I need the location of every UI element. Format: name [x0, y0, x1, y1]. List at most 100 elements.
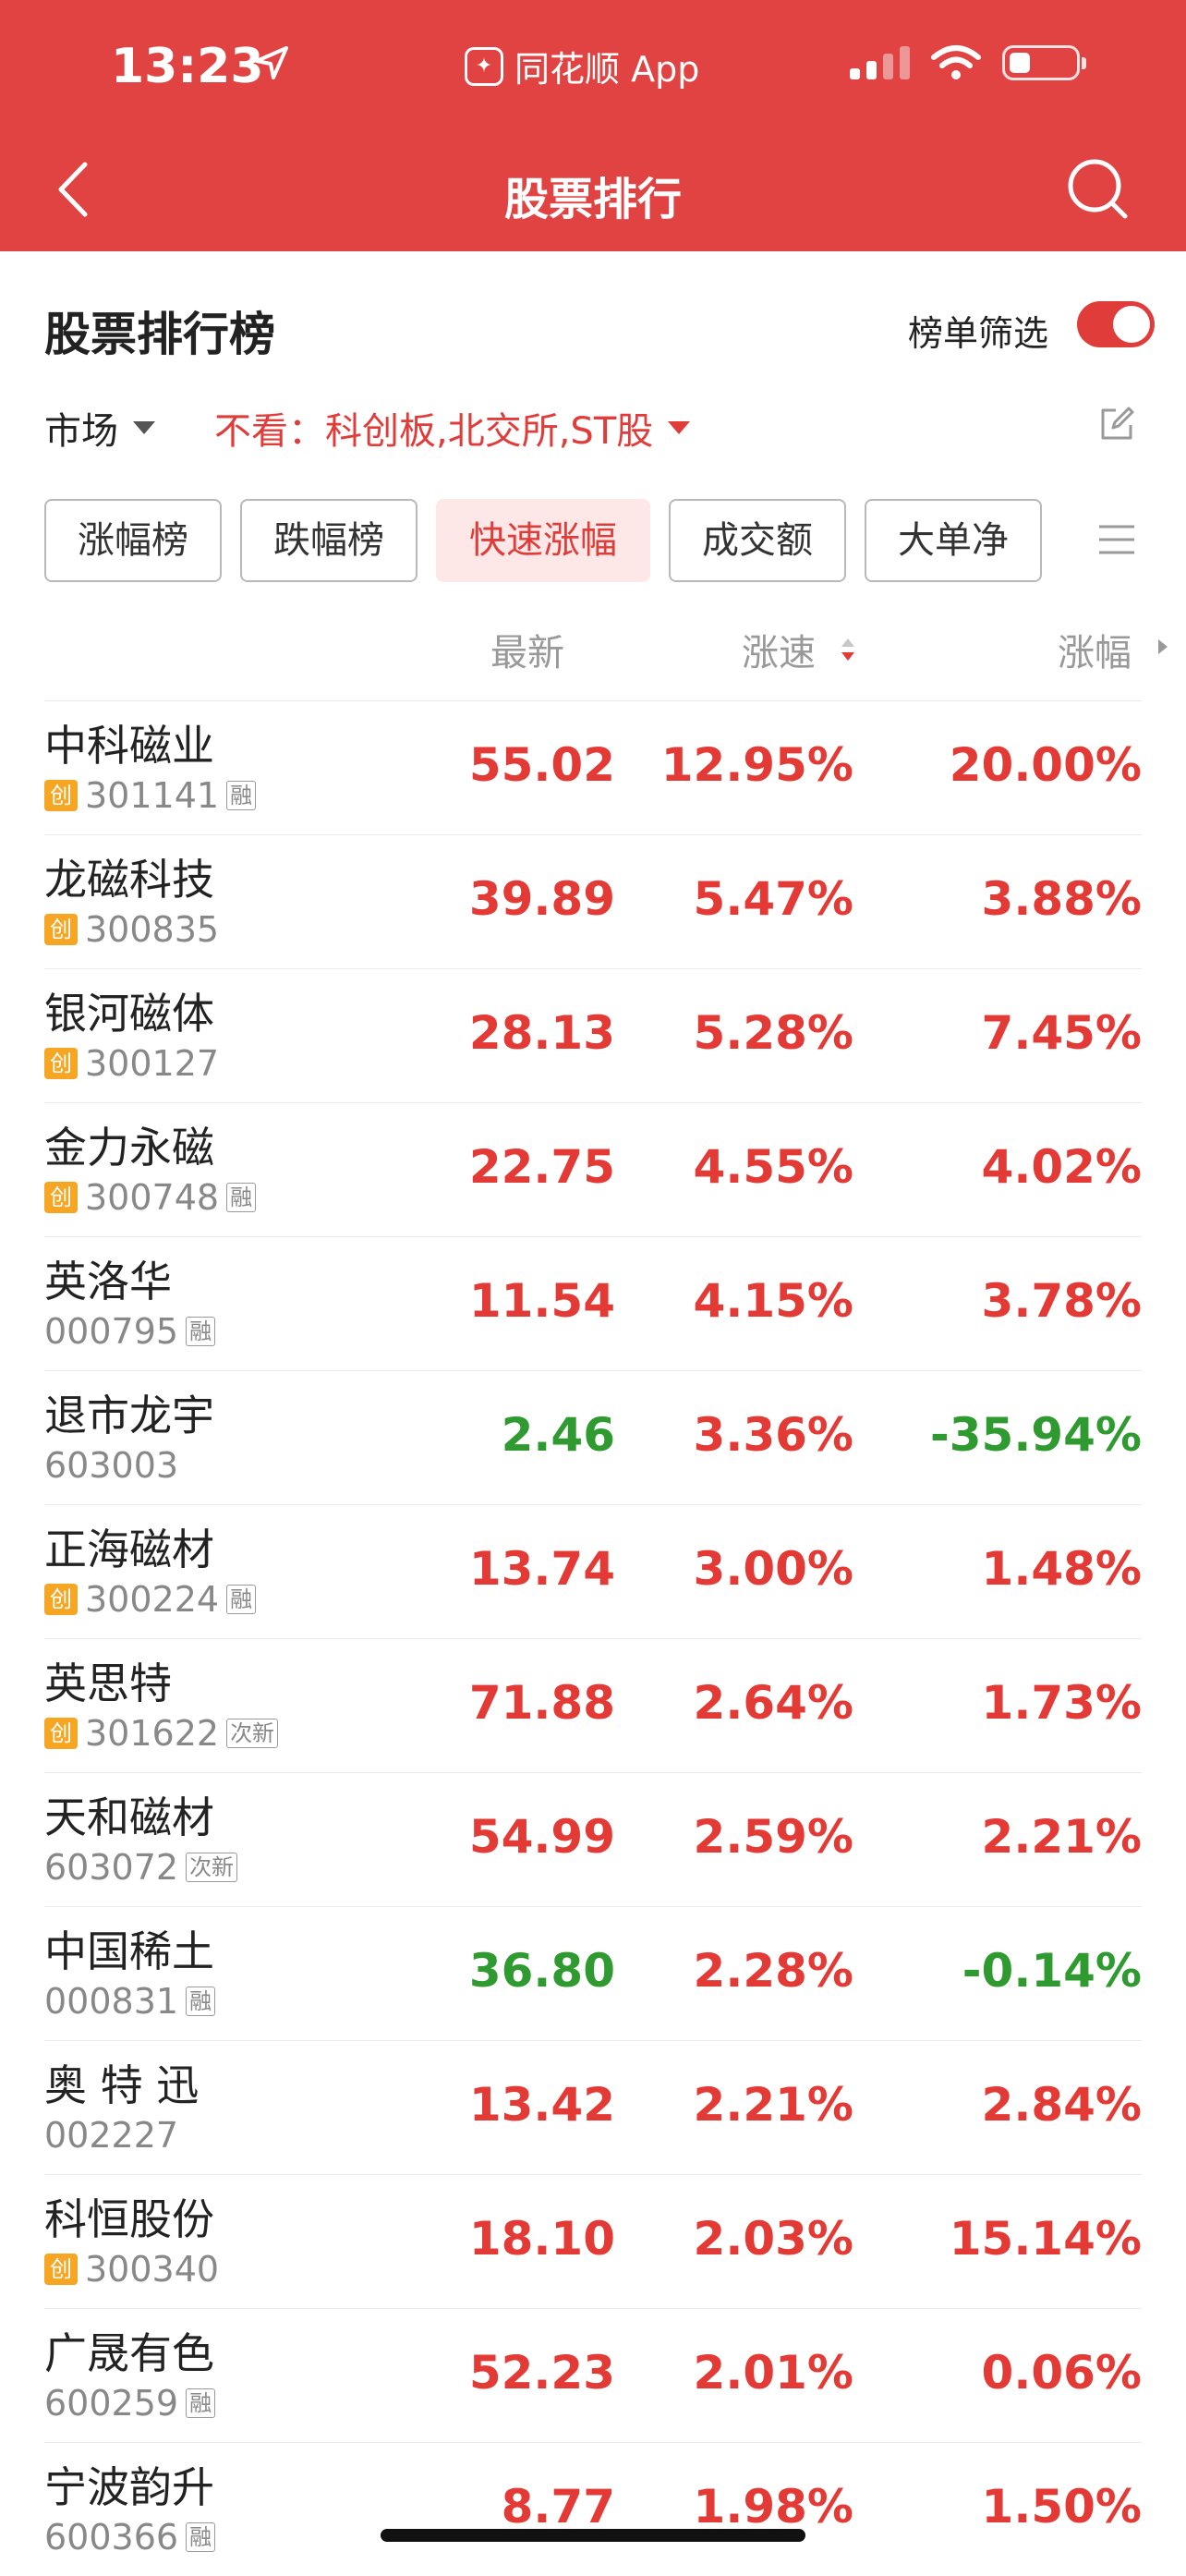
stock-row[interactable]: 天和磁材 603072 次新 54.99 2.59% 2.21% — [44, 1772, 1142, 1906]
exclude-label: 不看：科创板,北交所,ST股 — [214, 410, 654, 453]
stock-name: 龙磁科技 — [44, 855, 214, 905]
stock-tag-badge: 融 — [186, 1317, 216, 1346]
battery-icon — [1002, 45, 1086, 80]
stock-code: 603003 — [44, 1445, 179, 1486]
stock-row[interactable]: 奥 特 迅 002227 13.42 2.21% 2.84% — [44, 2040, 1142, 2174]
stock-code-line: 002227 — [44, 2115, 178, 2156]
stock-row[interactable]: 银河磁体创 300127 28.13 5.28% 7.45% — [44, 968, 1142, 1102]
stock-price: 13.42 — [468, 2078, 615, 2132]
stock-change: -0.14% — [962, 1944, 1142, 1998]
stock-code: 000831 — [44, 1981, 179, 2022]
stock-code-line: 000831 融 — [44, 1981, 216, 2022]
stock-row[interactable]: 英洛华 000795 融 11.54 4.15% 3.78% — [44, 1236, 1142, 1370]
chinext-badge: 创 — [44, 1584, 78, 1615]
stock-price: 2.46 — [501, 1408, 615, 1462]
stock-speed: 3.36% — [693, 1408, 853, 1462]
stock-code-line: 603003 — [44, 1445, 178, 1486]
chinext-badge: 创 — [44, 1182, 78, 1213]
scroll-right-icon[interactable] — [1158, 639, 1168, 654]
stock-name: 宁波韵升 — [44, 2462, 214, 2512]
chinext-badge: 创 — [44, 780, 78, 811]
stock-speed: 4.55% — [693, 1140, 853, 1194]
col-change[interactable]: 涨幅 — [1058, 623, 1132, 676]
stock-code: 300127 — [85, 1043, 220, 1084]
location-arrow-icon — [255, 46, 288, 79]
stock-code: 603072 — [44, 1847, 179, 1888]
stock-row[interactable]: 科恒股份创 300340 18.10 2.03% 15.14% — [44, 2174, 1142, 2308]
edit-icon[interactable] — [1097, 405, 1136, 444]
stock-change: 1.50% — [981, 2480, 1142, 2533]
home-indicator[interactable] — [381, 2529, 805, 2542]
stock-change: 15.14% — [949, 2212, 1142, 2266]
filter-label: 榜单筛选 — [908, 313, 1049, 354]
stock-list: 中科磁业创 301141 融 55.02 12.95% 20.00% 龙磁科技创 300835… — [44, 700, 1142, 2576]
filter-toggle[interactable] — [1077, 301, 1155, 347]
stock-tag-badge: 次新 — [186, 1853, 238, 1882]
stock-tag-badge: 融 — [186, 1987, 216, 2016]
status-time: 13:23 — [111, 39, 264, 94]
stock-code-line: 创 300340 — [44, 2249, 219, 2290]
stock-code-line: 创 300835 — [44, 909, 219, 950]
stock-row[interactable]: 宁波韵升 600366 融 8.77 1.98% 1.50% — [44, 2442, 1142, 2576]
stock-name: 天和磁材 — [44, 1792, 214, 1842]
market-dropdown[interactable]: 市场 — [44, 401, 155, 455]
stock-name: 退市龙宇 — [44, 1391, 214, 1440]
stock-price: 54.99 — [468, 1810, 615, 1864]
tab-fast-rise[interactable]: 快速涨幅 — [436, 499, 650, 582]
stock-row[interactable]: 中国稀土 000831 融 36.80 2.28% -0.14% — [44, 1906, 1142, 2040]
stock-change: 2.84% — [981, 2078, 1142, 2132]
sort-desc-icon[interactable] — [839, 636, 857, 663]
stock-price: 18.10 — [468, 2212, 615, 2266]
stock-change: 3.78% — [981, 1274, 1142, 1328]
stock-row[interactable]: 广晟有色 600259 融 52.23 2.01% 0.06% — [44, 2308, 1142, 2442]
stock-code-line: 创 301141 融 — [44, 775, 257, 816]
stock-row[interactable]: 龙磁科技创 300835 39.89 5.47% 3.88% — [44, 834, 1142, 968]
chinext-badge: 创 — [44, 2254, 78, 2285]
stock-row[interactable]: 英思特创 301622 次新 71.88 2.64% 1.73% — [44, 1638, 1142, 1772]
stock-code: 300224 — [85, 1579, 220, 1620]
stock-code: 002227 — [44, 2115, 179, 2156]
dropdown-triangle-icon — [668, 421, 691, 434]
stock-change: 1.73% — [981, 1676, 1142, 1730]
status-app[interactable]: ✦ 同花顺 App — [465, 41, 699, 91]
stock-price: 52.23 — [468, 2346, 615, 2400]
stock-code: 300748 — [85, 1177, 220, 1218]
stock-name: 金力永磁 — [44, 1123, 214, 1173]
tab-big-order[interactable]: 大单净 — [865, 499, 1042, 582]
stock-row[interactable]: 退市龙宇 603003 2.46 3.36% -35.94% — [44, 1370, 1142, 1504]
tab-gainers[interactable]: 涨幅榜 — [44, 499, 222, 582]
col-speed[interactable]: 涨速 — [742, 623, 816, 676]
menu-icon[interactable] — [1097, 523, 1136, 556]
tab-losers[interactable]: 跌幅榜 — [240, 499, 418, 582]
col-latest[interactable]: 最新 — [490, 623, 564, 676]
stock-code: 600259 — [44, 2383, 179, 2424]
search-icon[interactable] — [1064, 155, 1131, 222]
stock-change: 2.21% — [981, 1810, 1142, 1864]
stock-row[interactable]: 金力永磁创 300748 融 22.75 4.55% 4.02% — [44, 1102, 1142, 1236]
stock-speed: 3.00% — [693, 1542, 853, 1596]
exclude-dropdown[interactable]: 不看：科创板,北交所,ST股 — [214, 401, 691, 455]
page-title: 股票排行 — [503, 174, 682, 225]
tab-turnover[interactable]: 成交额 — [669, 499, 846, 582]
status-indicators — [850, 44, 1086, 81]
dropdown-triangle-icon — [133, 421, 155, 434]
stock-tag-badge: 融 — [186, 2522, 216, 2552]
wifi-icon — [931, 45, 981, 79]
stock-code-line: 603072 次新 — [44, 1847, 238, 1888]
chinext-badge: 创 — [44, 914, 78, 945]
stock-code-line: 创 301622 次新 — [44, 1713, 279, 1754]
stock-change: 0.06% — [981, 2346, 1142, 2400]
stock-price: 22.75 — [468, 1140, 615, 1194]
stock-code-line: 600366 融 — [44, 2517, 216, 2558]
stock-speed: 5.28% — [693, 1006, 853, 1060]
stock-tag-badge: 融 — [226, 1183, 257, 1212]
rank-tabs: 涨幅榜 跌幅榜 快速涨幅 成交额 大单净 — [44, 499, 1079, 582]
stock-price: 39.89 — [468, 872, 615, 926]
stock-row[interactable]: 正海磁材创 300224 融 13.74 3.00% 1.48% — [44, 1504, 1142, 1638]
stock-name: 英洛华 — [44, 1257, 172, 1306]
stock-tag-badge: 次新 — [226, 1719, 279, 1748]
stock-speed: 4.15% — [693, 1274, 853, 1328]
stock-change: 7.45% — [981, 1006, 1142, 1060]
stock-row[interactable]: 中科磁业创 301141 融 55.02 12.95% 20.00% — [44, 700, 1142, 834]
stock-change: 1.48% — [981, 1542, 1142, 1596]
